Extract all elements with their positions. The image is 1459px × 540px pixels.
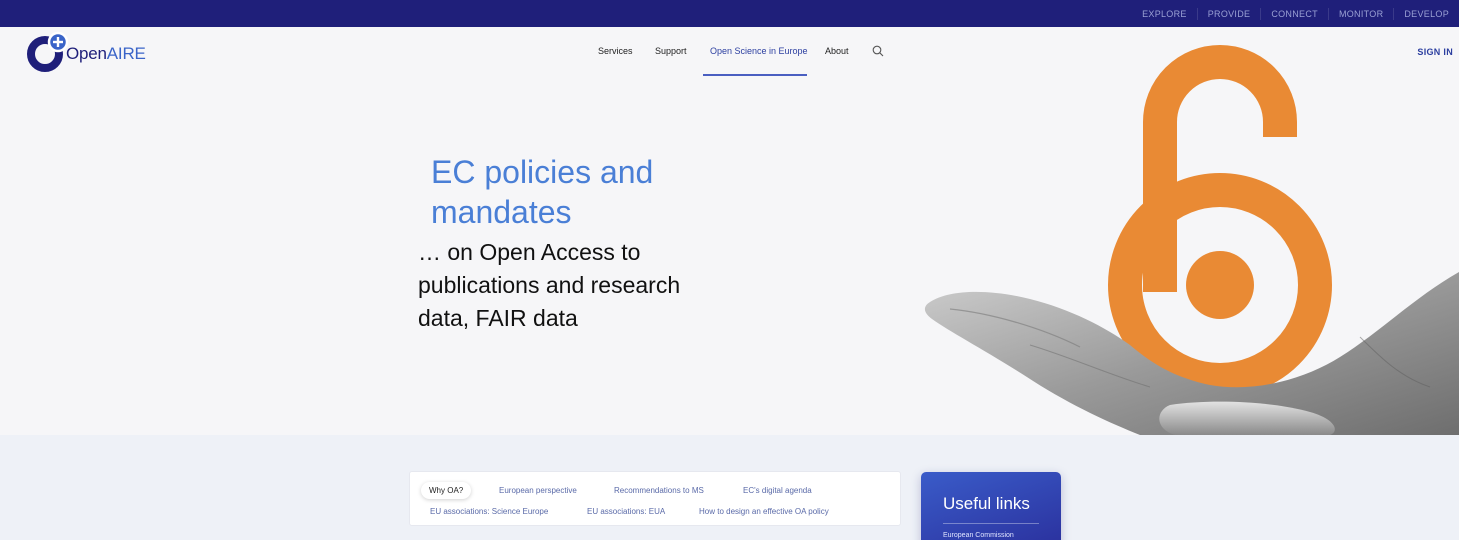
tab-how-to-design-oa-policy[interactable]: How to design an effective OA policy bbox=[699, 507, 829, 516]
nav-open-science-in-europe[interactable]: Open Science in Europe bbox=[710, 46, 808, 56]
tab-european-perspective[interactable]: European perspective bbox=[499, 486, 577, 495]
nav-services[interactable]: Services bbox=[598, 46, 633, 56]
utility-link-provide[interactable]: PROVIDE bbox=[1196, 7, 1261, 20]
useful-link-european-commission[interactable]: European Commission bbox=[943, 532, 1014, 539]
utility-link-develop[interactable]: DEVELOP bbox=[1393, 7, 1459, 20]
tab-recommendations-to-ms[interactable]: Recommendations to MS bbox=[614, 486, 704, 495]
utility-link-connect[interactable]: CONNECT bbox=[1260, 7, 1328, 20]
tab-ec-digital-agenda[interactable]: EC's digital agenda bbox=[743, 486, 812, 495]
search-icon[interactable] bbox=[872, 45, 884, 57]
hero-illustration bbox=[910, 27, 1459, 435]
tab-eu-associations-eua[interactable]: EU associations: EUA bbox=[587, 507, 665, 516]
useful-links-divider bbox=[943, 523, 1039, 524]
tab-eu-associations-science-europe[interactable]: EU associations: Science Europe bbox=[430, 507, 548, 516]
tab-why-oa[interactable]: Why OA? bbox=[421, 482, 472, 499]
top-utility-bar: EXPLORE PROVIDE CONNECT MONITOR DEVELOP bbox=[0, 0, 1459, 27]
nav-about[interactable]: About bbox=[825, 46, 849, 56]
utility-link-monitor[interactable]: MONITOR bbox=[1327, 7, 1393, 20]
utility-nav: EXPLORE PROVIDE CONNECT MONITOR DEVELOP bbox=[1132, 0, 1459, 27]
utility-link-explore[interactable]: EXPLORE bbox=[1132, 8, 1197, 20]
hero-title: EC policies and mandates bbox=[431, 154, 654, 230]
useful-links-title: Useful links bbox=[943, 494, 1030, 513]
hand-illustration bbox=[924, 45, 1459, 435]
nav-support[interactable]: Support bbox=[655, 46, 687, 56]
open-access-lock-icon bbox=[1108, 45, 1332, 397]
policy-tabs: Why OA? European perspective Recommendat… bbox=[409, 471, 901, 526]
useful-links-card: Useful links European Commission bbox=[921, 472, 1061, 540]
active-nav-underline bbox=[703, 74, 807, 76]
hero-subtitle: … on Open Access to publications and res… bbox=[418, 239, 681, 331]
